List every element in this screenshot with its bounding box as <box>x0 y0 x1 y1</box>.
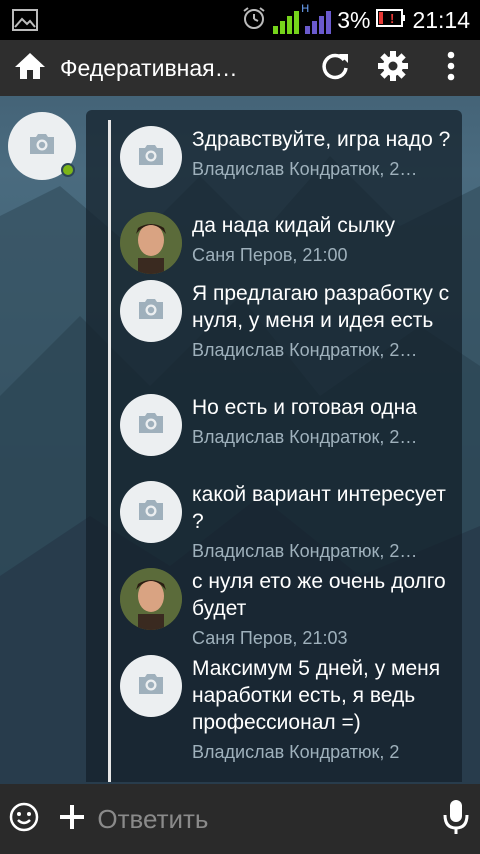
thread-line <box>108 120 111 782</box>
more-vert-icon <box>446 51 456 85</box>
camera-icon <box>136 411 166 439</box>
message-text: Максимум 5 дней, у меня наработки есть, … <box>192 657 441 734</box>
settings-button[interactable] <box>364 40 422 96</box>
signal-icon: H <box>273 3 332 34</box>
message-meta: Владислав Кондратюк, 2… <box>192 159 418 179</box>
message-meta: Владислав Кондратюк, 2… <box>192 541 418 561</box>
voice-message-button[interactable] <box>432 784 480 854</box>
online-status-indicator <box>61 163 75 177</box>
sender-avatar-photo[interactable] <box>120 212 182 274</box>
settings-icon <box>377 50 409 86</box>
status-bar: H 3% ! 21:14 <box>0 0 480 40</box>
alarm-icon <box>241 5 267 35</box>
page-title: Федеративная… <box>60 54 238 81</box>
message-text: какой вариант интересует ? <box>192 483 446 533</box>
message-text: да нада кидай сылку <box>192 214 395 237</box>
sender-avatar[interactable] <box>120 126 182 188</box>
camera-icon <box>27 132 57 160</box>
home-icon <box>14 51 46 85</box>
room-avatar[interactable] <box>8 112 76 180</box>
chat-thread[interactable]: Здравствуйте, игра надо ? Владислав Конд… <box>86 110 462 782</box>
refresh-button[interactable] <box>306 40 364 96</box>
gallery-icon <box>12 9 38 31</box>
message-meta: Владислав Кондратюк, 2… <box>192 340 418 360</box>
sender-avatar[interactable] <box>120 280 182 342</box>
battery-percent: 3% <box>337 6 371 33</box>
camera-icon <box>136 143 166 171</box>
message-meta: Владислав Кондратюк, 2… <box>192 427 418 447</box>
more-options-button[interactable] <box>422 40 480 96</box>
status-time: 21:14 <box>412 6 470 33</box>
plus-icon <box>58 803 86 835</box>
sender-avatar[interactable] <box>120 394 182 456</box>
message-text: Но есть и готовая одна <box>192 396 417 419</box>
sender-avatar-photo[interactable] <box>120 568 182 630</box>
svg-text:!: ! <box>390 11 394 26</box>
camera-icon <box>136 297 166 325</box>
reply-input[interactable] <box>95 794 433 844</box>
home-button[interactable] <box>0 40 60 96</box>
message-text: с нуля ето же очень долго будет <box>192 570 446 620</box>
network-type-label: H <box>301 3 310 15</box>
attach-button[interactable] <box>48 784 96 854</box>
mic-icon <box>443 799 469 839</box>
message-meta: Саня Перов, 21:00 <box>192 245 348 265</box>
battery-alert-icon: ! <box>376 8 406 32</box>
camera-icon <box>136 498 166 526</box>
message-meta: Саня Перов, 21:03 <box>192 628 348 648</box>
sender-avatar[interactable] <box>120 655 182 717</box>
emoji-icon <box>8 801 40 837</box>
refresh-icon <box>320 51 350 85</box>
sender-avatar[interactable] <box>120 481 182 543</box>
message-meta: Владислав Кондратюк, 2 <box>192 742 400 762</box>
message-text: Здравствуйте, игра надо ? <box>192 128 451 151</box>
reply-composer <box>0 784 480 854</box>
app-bar: Федеративная… <box>0 40 480 96</box>
camera-icon <box>136 672 166 700</box>
message-text: Я предлагаю разработку с нуля, у меня и … <box>192 282 450 332</box>
emoji-button[interactable] <box>0 784 48 854</box>
